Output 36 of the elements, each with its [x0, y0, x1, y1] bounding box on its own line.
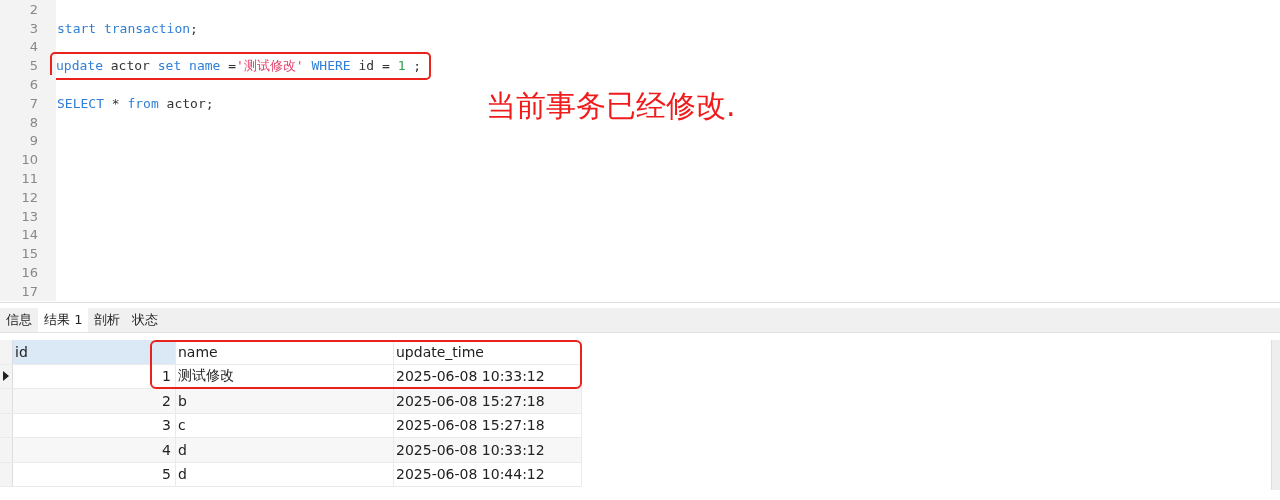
row-header[interactable] [0, 364, 13, 388]
line-number: 15 [0, 244, 56, 264]
column-header[interactable]: update_time [394, 340, 582, 364]
line-number: 10 [0, 150, 56, 170]
table-cell: 3 [13, 413, 176, 437]
table-cell: 1 [13, 364, 176, 388]
table-cell: d [176, 462, 394, 486]
table-cell: 2025-06-08 10:44:12 [394, 462, 582, 486]
annotation-text: 当前事务已经修改. [486, 87, 736, 125]
table-cell: 2025-06-08 15:27:18 [394, 389, 582, 413]
column-header[interactable]: id [13, 340, 176, 364]
result-tab[interactable]: 状态 [126, 308, 165, 332]
result-tab[interactable]: 剖析 [88, 308, 127, 332]
line-number: 2 [0, 0, 56, 19]
table-cell: 测试修改 [176, 364, 394, 388]
table-cell: d [176, 438, 394, 462]
table-cell: 5 [13, 462, 176, 486]
table-cell: 2025-06-08 10:33:12 [394, 438, 582, 462]
line-number: 11 [0, 169, 56, 188]
line-number: 16 [0, 263, 56, 282]
line-number: 6 [0, 75, 56, 94]
scrollbar[interactable] [1271, 340, 1280, 490]
table-cell: 2025-06-08 10:33:12 [394, 364, 582, 388]
code-line: SELECT * from actor; [56, 95, 215, 111]
column-header[interactable]: name [176, 340, 394, 364]
table-cell: 2 [13, 389, 176, 413]
line-number: 5 [0, 56, 56, 76]
code-line: start transaction; [56, 20, 199, 36]
table-cell: 2025-06-08 15:27:18 [394, 413, 582, 437]
row-pointer-icon [3, 371, 9, 382]
sql-editor[interactable]: 2 3 start transaction; 4 5 update actor set name ='测试修改' WHERE id = 1 ; 6 7 SELECT * from actor; 8 9 10 11 12 13 14 15 16 17 当前事务已经修改. [0, 0, 1280, 303]
result-tab[interactable]: 结果 1 [38, 308, 89, 332]
table-cell: c [176, 413, 394, 437]
result-tab[interactable]: 信息 [0, 308, 38, 332]
table-cell: b [176, 389, 394, 413]
table-cell: 4 [13, 438, 176, 462]
